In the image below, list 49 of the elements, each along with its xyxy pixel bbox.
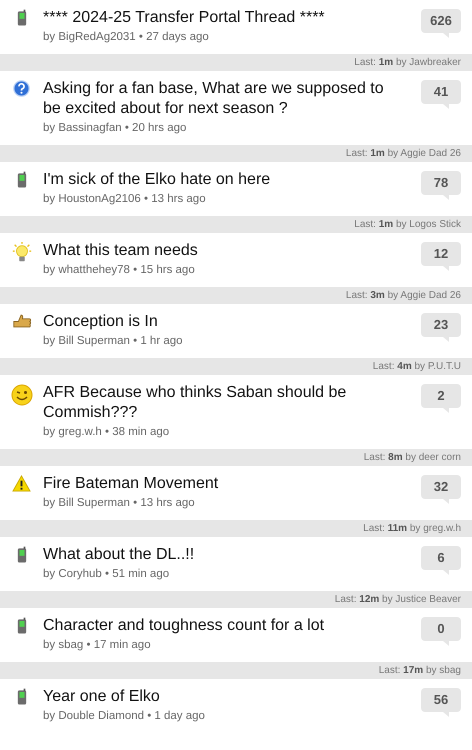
thread-title[interactable]: What about the DL..!! bbox=[43, 545, 403, 565]
winking-face-icon bbox=[10, 384, 32, 406]
thread-byline: by Coryhub • 51 min ago bbox=[43, 567, 170, 582]
thread-title[interactable]: What this team needs bbox=[43, 241, 403, 261]
thread-byline: by sbag • 17 min ago bbox=[43, 638, 152, 653]
last-post-info: Last: 1m by Jawbreaker bbox=[354, 57, 461, 68]
last-post-info: Last: 8m by deer corn bbox=[364, 452, 461, 463]
reply-count-bubble: 41 bbox=[421, 80, 461, 109]
reply-count-bubble: 6 bbox=[421, 546, 461, 575]
thread-byline: by Bill Superman • 13 hrs ago bbox=[43, 496, 196, 511]
reply-count-bubble: 12 bbox=[421, 242, 461, 271]
last-post-info: Last: 11m by greg.w.h bbox=[363, 523, 461, 534]
warning-icon bbox=[12, 475, 31, 492]
reply-count-bubble: 32 bbox=[421, 475, 461, 504]
question-icon bbox=[13, 80, 30, 97]
thread-byline: by Double Diamond • 1 day ago bbox=[43, 709, 206, 724]
phone-icon bbox=[16, 171, 26, 189]
thread-title[interactable]: Conception is In bbox=[43, 312, 403, 332]
thread-title[interactable]: Character and toughness count for a lot bbox=[43, 616, 403, 636]
reply-count-bubble: 78 bbox=[421, 171, 461, 200]
thread-title[interactable]: Year one of Elko bbox=[43, 687, 403, 707]
reply-count-bubble: 0 bbox=[421, 617, 461, 646]
last-post-info: Last: 1m by Logos Stick bbox=[354, 219, 461, 230]
thread-byline: by whatthehey78 • 15 hrs ago bbox=[43, 263, 196, 278]
last-post-info: Last: 3m by Aggie Dad 26 bbox=[346, 290, 461, 301]
reply-count-bubble: 56 bbox=[421, 688, 461, 717]
thread-title[interactable]: AFR Because who thinks Saban should be Commish??? bbox=[43, 383, 403, 423]
phone-icon bbox=[16, 617, 26, 635]
thread-title[interactable]: **** 2024-25 Transfer Portal Thread **** bbox=[43, 8, 403, 28]
phone-icon bbox=[16, 546, 26, 564]
thread-byline: by Bassinagfan • 20 hrs ago bbox=[43, 121, 188, 136]
lightbulb-icon bbox=[10, 242, 32, 264]
phone-icon bbox=[16, 9, 26, 27]
last-post-info: Last: 12m by Justice Beaver bbox=[334, 594, 461, 605]
thread-byline: by Bill Superman • 1 hr ago bbox=[43, 334, 184, 349]
thread-title[interactable]: Fire Bateman Movement bbox=[43, 474, 403, 494]
reply-count-bubble: 23 bbox=[421, 313, 461, 342]
thread-byline: by HoustonAg2106 • 13 hrs ago bbox=[43, 192, 207, 207]
thread-title[interactable]: Asking for a fan base, What are we supposed to be excited about for next season ? bbox=[43, 79, 403, 119]
reply-count-bubble: 626 bbox=[421, 9, 461, 38]
thread-byline: by BigRedAg2031 • 27 days ago bbox=[43, 30, 210, 45]
phone-icon bbox=[16, 688, 26, 706]
thread-byline: by greg.w.h • 38 min ago bbox=[43, 425, 170, 440]
last-post-info: Last: 17m by sbag bbox=[378, 665, 461, 676]
last-post-info: Last: 4m by P.U.T.U bbox=[372, 361, 461, 372]
last-post-info: Last: 1m by Aggie Dad 26 bbox=[346, 148, 461, 159]
reply-count-bubble: 2 bbox=[421, 384, 461, 413]
thumbs-up-icon bbox=[12, 313, 32, 330]
thread-title[interactable]: I'm sick of the Elko hate on here bbox=[43, 170, 403, 190]
